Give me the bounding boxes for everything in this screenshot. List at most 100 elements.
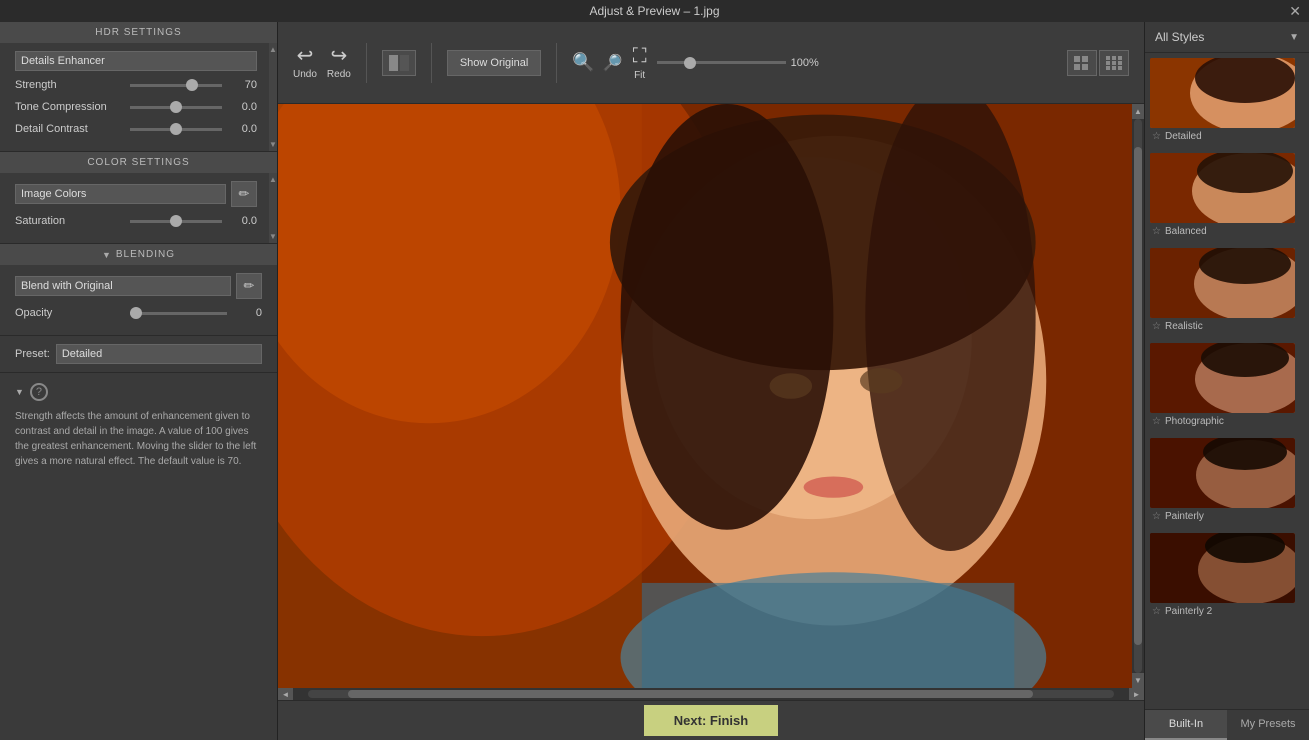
style-thumb-detailed bbox=[1150, 58, 1295, 128]
tab-built-in-label: Built-In bbox=[1169, 718, 1203, 730]
tone-compression-slider-row: Tone Compression 0.0 bbox=[15, 99, 257, 115]
help-text: Strength affects the amount of enhanceme… bbox=[15, 409, 262, 469]
center-area: ↩ Undo ↪ Redo Show Original bbox=[278, 22, 1144, 740]
star-icon-photographic[interactable]: ☆ bbox=[1152, 416, 1161, 427]
hdr-preset-dropdown[interactable]: Details Enhancer Tone Compressor Exposur… bbox=[15, 51, 257, 71]
color-mode-dropdown[interactable]: Image Colors Custom Colors bbox=[15, 184, 226, 204]
style-name-realistic: Realistic bbox=[1165, 321, 1203, 332]
tab-my-presets[interactable]: My Presets bbox=[1227, 710, 1309, 740]
style-name-photographic: Photographic bbox=[1165, 416, 1224, 427]
undo-icon: ↩ bbox=[297, 46, 314, 66]
style-label-painterly: ☆ Painterly bbox=[1150, 508, 1304, 525]
star-icon-detailed[interactable]: ☆ bbox=[1152, 131, 1161, 142]
color-scroll-indicator: ▲ ▼ bbox=[269, 173, 277, 243]
grid-view-buttons bbox=[1067, 50, 1129, 76]
opacity-label: Opacity bbox=[15, 307, 130, 319]
blending-collapse-icon[interactable]: ▼ bbox=[102, 250, 112, 260]
style-item-realistic[interactable]: ☆ Realistic bbox=[1150, 248, 1304, 335]
grid-view-button-1[interactable] bbox=[1067, 50, 1097, 76]
split-view-button-1[interactable] bbox=[382, 50, 416, 76]
preview-image bbox=[278, 104, 1144, 700]
tone-compression-slider-container bbox=[130, 99, 222, 115]
star-icon-painterly[interactable]: ☆ bbox=[1152, 511, 1161, 522]
preset-label: Preset: bbox=[15, 348, 50, 360]
detail-contrast-slider[interactable] bbox=[130, 128, 222, 131]
redo-button[interactable]: ↪ Redo bbox=[327, 46, 351, 80]
preview-scroll-left[interactable]: ◄ bbox=[278, 688, 293, 700]
blend-picker-button[interactable]: ✏ bbox=[236, 273, 262, 299]
strength-slider[interactable] bbox=[130, 84, 222, 87]
saturation-slider[interactable] bbox=[130, 220, 222, 223]
zoom-in-button[interactable]: 🔍 bbox=[572, 52, 594, 73]
style-name-painterly2: Painterly 2 bbox=[1165, 606, 1212, 617]
style-thumb-svg-1 bbox=[1150, 58, 1295, 128]
style-thumb-realistic bbox=[1150, 248, 1295, 318]
preview-scroll-down[interactable]: ▼ bbox=[1132, 673, 1144, 688]
style-thumb-svg-6 bbox=[1150, 533, 1295, 603]
show-original-button[interactable]: Show Original bbox=[447, 50, 541, 76]
undo-label: Undo bbox=[293, 69, 317, 80]
hdr-scroll-down[interactable]: ▼ bbox=[269, 140, 277, 149]
zoom-out-button[interactable]: 🔎 bbox=[603, 53, 623, 73]
grid-view-button-2[interactable] bbox=[1099, 50, 1129, 76]
grid-icon-1 bbox=[1074, 56, 1090, 70]
blend-mode-dropdown[interactable]: Blend with Original None bbox=[15, 276, 231, 296]
toolbar: ↩ Undo ↪ Redo Show Original bbox=[278, 22, 1144, 104]
next-finish-button[interactable]: Next: Finish bbox=[644, 705, 778, 736]
bottom-bar: Next: Finish bbox=[278, 700, 1144, 740]
styles-bottom-tabs: Built-In My Presets bbox=[1145, 709, 1309, 740]
close-button[interactable]: ✕ bbox=[1289, 3, 1301, 20]
strength-value: 70 bbox=[222, 79, 257, 91]
detail-contrast-slider-container bbox=[130, 121, 222, 137]
preview-hthumb[interactable] bbox=[348, 690, 1033, 698]
tone-compression-slider[interactable] bbox=[130, 106, 222, 109]
style-thumb-balanced bbox=[1150, 153, 1295, 223]
style-item-detailed[interactable]: ☆ Detailed bbox=[1150, 58, 1304, 145]
styles-dropdown-arrow[interactable]: ▼ bbox=[1289, 32, 1299, 43]
hdr-section-body: Details Enhancer Tone Compressor Exposur… bbox=[0, 43, 277, 151]
strength-label: Strength bbox=[15, 79, 130, 91]
zoom-slider[interactable] bbox=[657, 61, 786, 64]
help-collapse-icon[interactable]: ▼ bbox=[15, 387, 24, 397]
right-panel: All Styles ▼ ☆ Detailed bbox=[1144, 22, 1309, 740]
color-section-body: Image Colors Custom Colors ✏ Saturation … bbox=[0, 173, 277, 243]
strength-slider-container bbox=[130, 77, 222, 93]
main-layout: HDR SETTINGS Details Enhancer Tone Compr… bbox=[0, 22, 1309, 740]
styles-title: All Styles bbox=[1155, 30, 1204, 44]
star-icon-realistic[interactable]: ☆ bbox=[1152, 321, 1161, 332]
style-thumb-svg-5 bbox=[1150, 438, 1295, 508]
split-view-icon-1 bbox=[389, 55, 409, 71]
color-scroll-up[interactable]: ▲ bbox=[269, 175, 277, 184]
style-item-balanced[interactable]: ☆ Balanced bbox=[1150, 153, 1304, 240]
toolbar-separator-1 bbox=[366, 43, 367, 83]
hdr-section-header: HDR SETTINGS bbox=[0, 22, 277, 43]
title-text: Adjust & Preview – 1.jpg bbox=[589, 4, 719, 18]
color-scroll-down[interactable]: ▼ bbox=[269, 232, 277, 241]
zoom-percent-label: 100% bbox=[791, 57, 826, 69]
strength-slider-row: Strength 70 bbox=[15, 77, 257, 93]
style-item-painterly2[interactable]: ☆ Painterly 2 bbox=[1150, 533, 1304, 620]
next-finish-label: Next: Finish bbox=[674, 713, 748, 728]
style-name-balanced: Balanced bbox=[1165, 226, 1207, 237]
hdr-scroll-up[interactable]: ▲ bbox=[269, 45, 277, 54]
tab-my-presets-label: My Presets bbox=[1240, 718, 1295, 730]
star-icon-balanced[interactable]: ☆ bbox=[1152, 226, 1161, 237]
undo-button[interactable]: ↩ Undo bbox=[293, 46, 317, 80]
preview-svg bbox=[278, 104, 1144, 700]
style-item-painterly[interactable]: ☆ Painterly bbox=[1150, 438, 1304, 525]
preset-dropdown[interactable]: Detailed Balanced Realistic Photographic… bbox=[56, 344, 262, 364]
preview-htrack bbox=[308, 690, 1114, 698]
fit-button[interactable]: ⛶ Fit bbox=[633, 45, 647, 81]
preview-vthumb[interactable] bbox=[1134, 147, 1142, 646]
star-icon-painterly2[interactable]: ☆ bbox=[1152, 606, 1161, 617]
opacity-slider[interactable] bbox=[130, 312, 227, 315]
style-thumb-svg-3 bbox=[1150, 248, 1295, 318]
tab-built-in[interactable]: Built-In bbox=[1145, 710, 1227, 740]
style-item-photographic[interactable]: ☆ Photographic bbox=[1150, 343, 1304, 430]
zoom-slider-container: 100% bbox=[657, 57, 826, 69]
blending-section-body: Blend with Original None ✏ Opacity 0 bbox=[0, 265, 277, 335]
blending-section-header: ▼ BLENDING bbox=[0, 244, 277, 265]
preview-scroll-up[interactable]: ▲ bbox=[1132, 104, 1144, 119]
preview-scroll-right[interactable]: ► bbox=[1129, 688, 1144, 700]
color-picker-button[interactable]: ✏ bbox=[231, 181, 257, 207]
